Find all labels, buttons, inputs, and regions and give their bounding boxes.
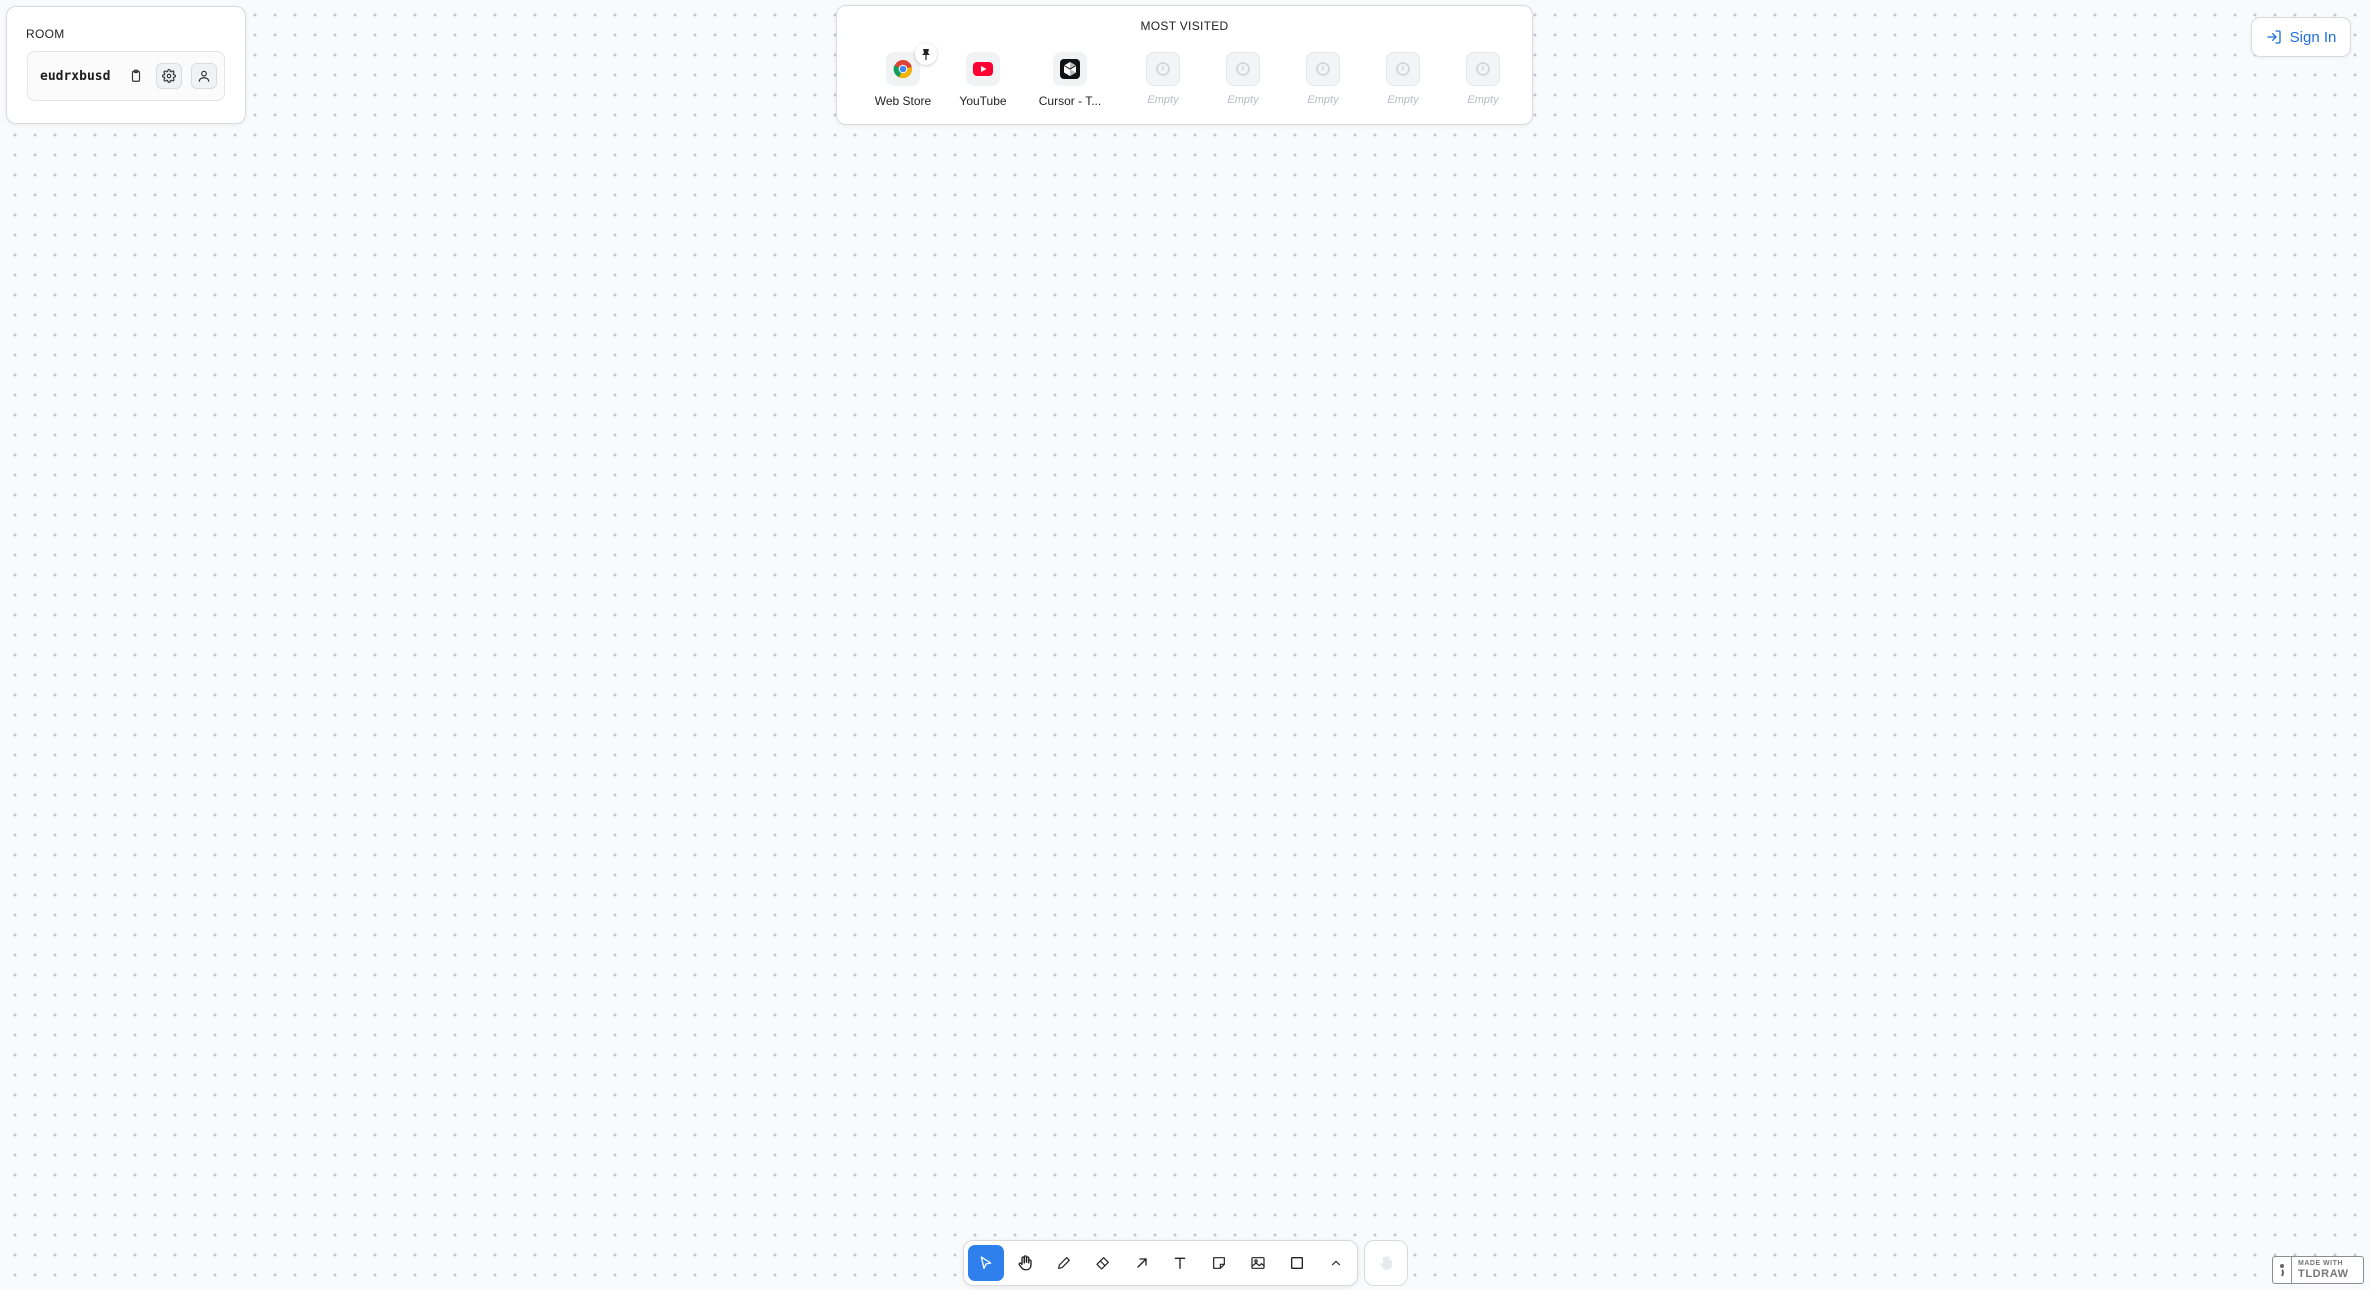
room-settings-button[interactable] <box>156 63 182 89</box>
tldraw-logo-icon <box>2273 1257 2292 1283</box>
pin-button[interactable] <box>915 43 937 65</box>
room-label: ROOM <box>26 27 65 41</box>
gear-icon <box>162 69 176 83</box>
sign-in-button[interactable]: Sign In <box>2251 17 2351 57</box>
tile-icon-box <box>1466 52 1500 86</box>
hand-icon <box>1016 1254 1034 1272</box>
most-visited-title: MOST VISITED <box>1140 19 1229 33</box>
empty-slot-icon <box>1315 61 1331 77</box>
tile-label: Cursor - T... <box>1038 94 1102 108</box>
empty-slot-icon <box>1155 61 1171 77</box>
badge-line-2: TLDRAW <box>2298 1268 2349 1280</box>
sign-in-label: Sign In <box>2289 28 2337 46</box>
arrow-tool[interactable] <box>1124 1245 1160 1281</box>
arrow-up-right-icon <box>1134 1255 1150 1271</box>
tool-toolbar <box>963 1240 1358 1286</box>
empty-slot-icon <box>1475 61 1491 77</box>
rectangle-tool[interactable] <box>1279 1245 1315 1281</box>
shortcut-tile-empty[interactable]: Empty <box>1363 52 1443 108</box>
shortcut-tile-youtube[interactable]: YouTube <box>943 52 1023 108</box>
tile-icon-box <box>1053 52 1087 86</box>
style-panel-button[interactable] <box>1364 1240 1408 1286</box>
chevron-up-icon <box>1329 1256 1343 1270</box>
cursor-app-icon <box>1060 59 1080 79</box>
tile-label: Empty <box>1387 94 1419 106</box>
tile-label: Empty <box>1467 94 1499 106</box>
image-icon <box>1250 1255 1266 1271</box>
text-icon <box>1172 1255 1188 1271</box>
empty-slot-icon <box>1235 61 1251 77</box>
empty-slot-icon <box>1395 61 1411 77</box>
tile-label: Empty <box>1227 94 1259 106</box>
sign-in-icon <box>2266 29 2282 45</box>
pin-icon <box>921 48 931 60</box>
shortcut-tile-empty[interactable]: Empty <box>1123 52 1203 108</box>
tile-icon-box <box>1386 52 1420 86</box>
pencil-icon <box>1056 1255 1072 1271</box>
room-code-box: eudrxbusd <box>27 51 225 101</box>
tile-label: Web Store <box>874 94 932 108</box>
made-with-tldraw-badge[interactable]: MADE WITH TLDRAW <box>2272 1256 2364 1284</box>
shortcut-tile-empty[interactable]: Empty <box>1283 52 1363 108</box>
pointer-icon <box>978 1255 994 1271</box>
room-panel: ROOM eudrxbusd <box>6 6 246 124</box>
more-tools-button[interactable] <box>1318 1245 1354 1281</box>
eraser-tool[interactable] <box>1085 1245 1121 1281</box>
copy-room-button[interactable] <box>126 63 146 89</box>
chrome-icon <box>893 59 913 79</box>
shortcut-tile-empty[interactable]: Empty <box>1203 52 1283 108</box>
sticky-note-icon <box>1211 1255 1227 1271</box>
draw-tool[interactable] <box>1046 1245 1082 1281</box>
room-user-button[interactable] <box>191 63 217 89</box>
tile-icon-box <box>1306 52 1340 86</box>
eraser-icon <box>1095 1255 1111 1271</box>
most-visited-tiles: Web Store YouTube Cursor - T... Empty Em… <box>863 43 1523 108</box>
badge-line-1: MADE WITH <box>2298 1260 2343 1267</box>
tile-label: Empty <box>1307 94 1339 106</box>
youtube-icon <box>973 62 993 76</box>
tile-icon-box <box>1226 52 1260 86</box>
asset-tool[interactable] <box>1240 1245 1276 1281</box>
user-icon <box>197 69 211 83</box>
hand-tool[interactable] <box>1007 1245 1043 1281</box>
shortcut-tile-empty[interactable]: Empty <box>1443 52 1523 108</box>
select-tool[interactable] <box>968 1245 1004 1281</box>
shortcut-tile-cursor[interactable]: Cursor - T... <box>1030 52 1110 108</box>
tile-label: YouTube <box>959 94 1007 108</box>
tile-label: Empty <box>1147 94 1179 106</box>
rectangle-icon <box>1289 1255 1305 1271</box>
note-tool[interactable] <box>1201 1245 1237 1281</box>
hand-icon <box>1377 1254 1395 1272</box>
most-visited-panel: MOST VISITED Web Store YouTube Cursor - … <box>836 5 1533 125</box>
tile-icon-box <box>1146 52 1180 86</box>
room-code: eudrxbusd <box>40 68 111 84</box>
text-tool[interactable] <box>1163 1245 1199 1281</box>
shortcut-tile-web-store[interactable]: Web Store <box>863 43 943 108</box>
tile-icon-box <box>966 52 1000 86</box>
clipboard-icon <box>129 69 143 83</box>
